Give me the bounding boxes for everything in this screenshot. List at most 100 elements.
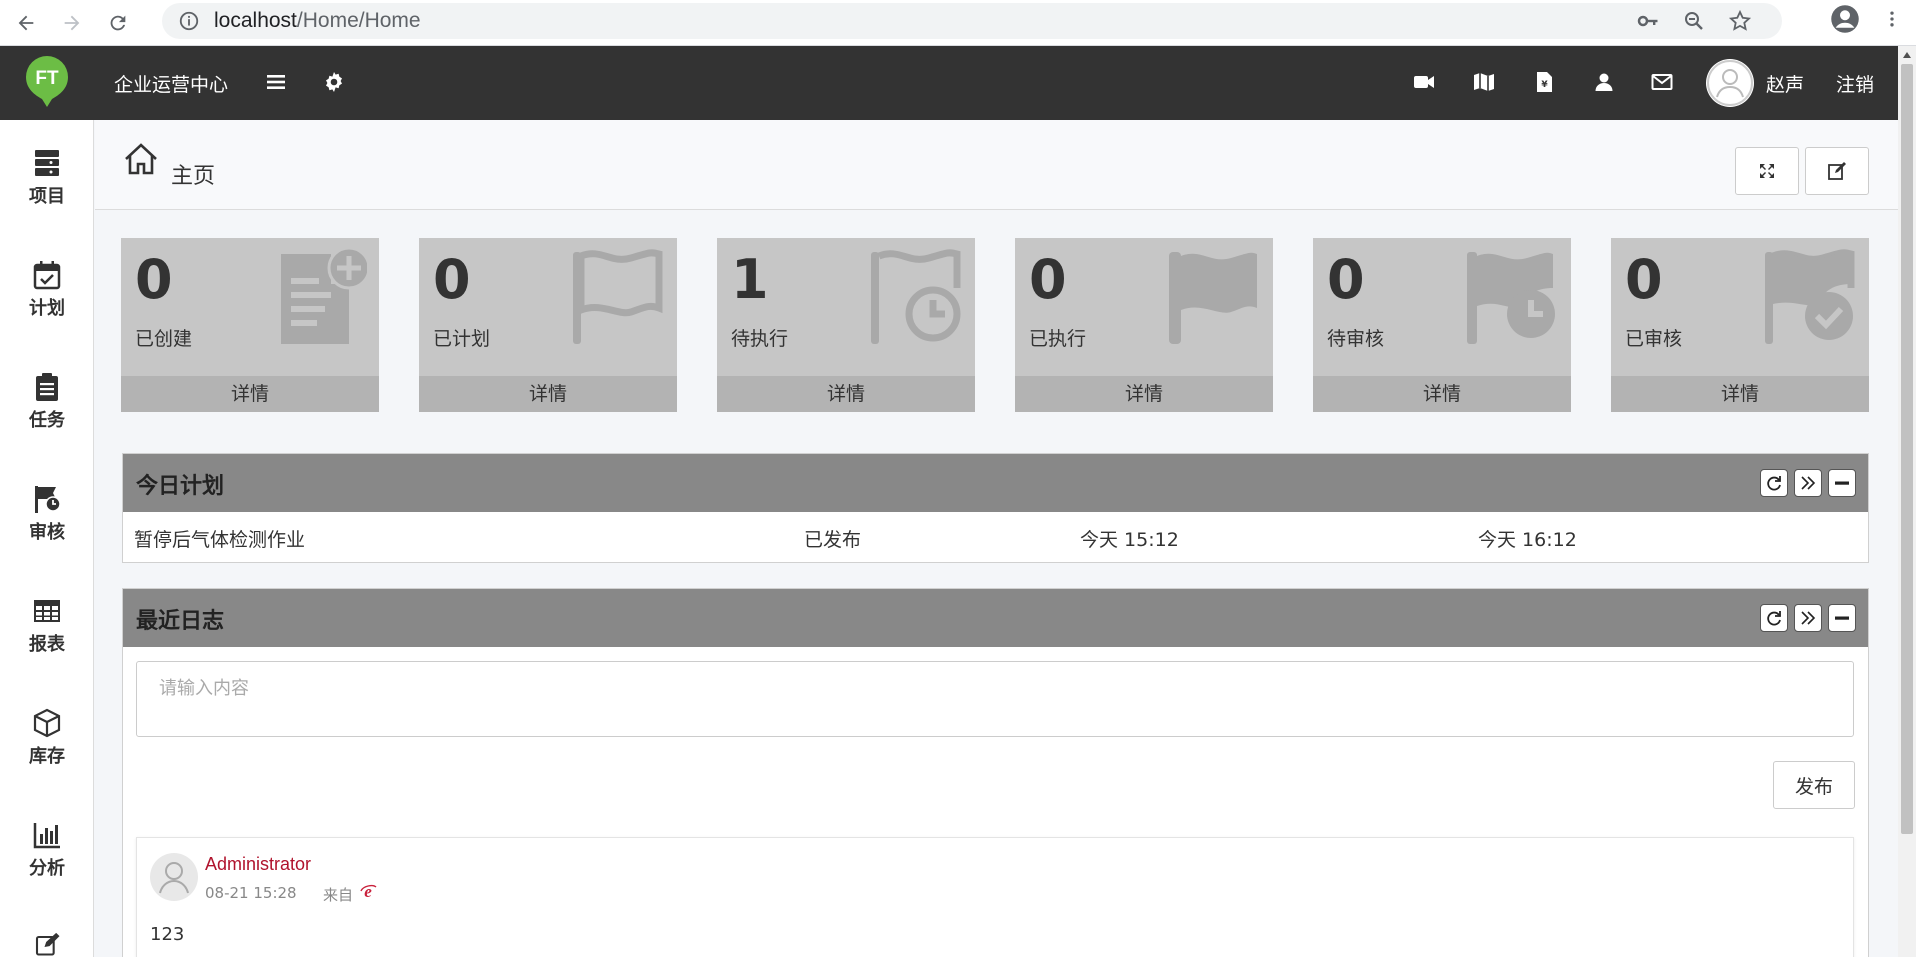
sidebar-item-label: 任务	[29, 410, 65, 431]
home-icon[interactable]	[123, 142, 159, 176]
document-money-icon[interactable]: ¥	[1532, 70, 1556, 94]
document-plus-icon	[281, 248, 367, 344]
collapse-button[interactable]	[1828, 604, 1856, 632]
double-chevron-right-icon	[1801, 611, 1816, 625]
url-host: localhost	[214, 9, 297, 32]
stat-detail-link[interactable]: 详情	[717, 376, 975, 412]
panel-header: 最近日志	[123, 589, 1868, 647]
sidebar-item-project[interactable]: 项目	[0, 148, 94, 238]
user-avatar[interactable]	[1706, 59, 1754, 107]
fullscreen-button[interactable]	[1735, 147, 1799, 195]
publish-button[interactable]: 发布	[1773, 761, 1855, 809]
log-source-label: 来自	[323, 886, 354, 904]
stat-card-to-review: 0 待审核 详情	[1313, 238, 1571, 412]
minus-icon	[1835, 616, 1849, 620]
scroll-thumb[interactable]	[1901, 64, 1913, 834]
profile-icon[interactable]	[1830, 4, 1860, 34]
key-icon[interactable]	[1636, 9, 1660, 33]
user-icon[interactable]	[1592, 70, 1616, 94]
breadcrumb: 主页	[95, 120, 1898, 210]
edit-icon	[35, 932, 60, 956]
stat-detail-link[interactable]: 详情	[1015, 376, 1273, 412]
mail-icon[interactable]	[1650, 70, 1674, 94]
stat-value: 0	[1327, 248, 1365, 311]
browser-toolbar: localhost/Home/Home	[0, 0, 1916, 46]
reload-button[interactable]	[98, 3, 138, 43]
logo-text: FT	[35, 68, 59, 89]
table-row[interactable]: 暂停后气体检测作业 已发布 今天 15:12 今天 16:12	[123, 512, 1868, 562]
stat-label: 已创建	[135, 328, 193, 350]
video-camera-icon[interactable]	[1412, 70, 1436, 94]
log-content: 123	[150, 924, 185, 945]
today-plan-panel: 今日计划 暂停后气体检测作业 已发布 今天 15:12 今天 16:12	[122, 453, 1869, 563]
stat-label: 已审核	[1625, 328, 1683, 350]
stat-card-created: 0 已创建 详情	[121, 238, 379, 412]
url-path: /Home/Home	[296, 9, 421, 32]
stat-card-pending: 1 待执行 详情	[717, 238, 975, 412]
sidebar-item-label: 报表	[29, 634, 65, 655]
omnibox-actions	[1636, 9, 1752, 33]
stat-value: 0	[1625, 248, 1663, 311]
settings-gear-icon[interactable]	[322, 70, 346, 94]
svg-text:¥: ¥	[1541, 80, 1548, 90]
stat-label: 待执行	[731, 328, 789, 350]
svg-text:e: e	[364, 882, 372, 900]
log-input[interactable]	[136, 661, 1854, 737]
sidebar-item-label: 分析	[29, 858, 65, 879]
ie-browser-icon: e	[360, 882, 377, 900]
expand-icon	[1760, 164, 1774, 178]
arrow-right-icon	[64, 15, 80, 30]
sidebar-item-task[interactable]: 任务	[0, 372, 94, 462]
star-icon[interactable]	[1728, 9, 1752, 33]
plan-name: 暂停后气体检测作业	[134, 529, 306, 551]
menu-toggle-icon[interactable]	[264, 70, 288, 94]
sidebar-item-report[interactable]: 报表	[0, 596, 94, 686]
user-name[interactable]: 赵声	[1766, 70, 1804, 97]
plan-end-time: 今天 16:12	[1478, 529, 1577, 551]
project-icon	[35, 150, 59, 176]
more-button[interactable]	[1794, 604, 1822, 632]
stat-card-reviewed: 0 已审核 详情	[1611, 238, 1869, 412]
url-text: localhost/Home/Home	[214, 9, 421, 33]
stat-detail-link[interactable]: 详情	[1313, 376, 1571, 412]
zoom-icon[interactable]	[1682, 9, 1706, 33]
sidebar-item-analysis[interactable]: 分析	[0, 820, 94, 910]
sidebar-item-label: 库存	[29, 746, 65, 767]
flag-solid-icon	[1169, 252, 1257, 344]
flag-check-icon	[1765, 249, 1855, 344]
avatar-person-icon	[159, 862, 189, 894]
more-button[interactable]	[1794, 469, 1822, 497]
collapse-button[interactable]	[1828, 469, 1856, 497]
refresh-button[interactable]	[1760, 604, 1788, 632]
plan-start-time: 今天 15:12	[1080, 529, 1179, 551]
sidebar-item-plan[interactable]: 计划	[0, 260, 94, 350]
page-title: 主页	[171, 164, 216, 189]
sidebar-item-edit[interactable]	[0, 932, 94, 957]
stat-label: 待审核	[1327, 328, 1385, 350]
log-author[interactable]: Administrator	[205, 854, 311, 875]
back-button[interactable]	[6, 3, 46, 43]
stat-detail-link[interactable]: 详情	[121, 376, 379, 412]
sidebar-item-label: 计划	[29, 298, 65, 319]
sidebar-item-review[interactable]: 审核	[0, 484, 94, 574]
edit-layout-button[interactable]	[1805, 147, 1869, 195]
stat-detail-link[interactable]: 详情	[419, 376, 677, 412]
flag-clock-solid-icon	[1467, 252, 1555, 344]
forward-button[interactable]	[52, 3, 92, 43]
recent-log-panel: 最近日志 发布 Administrator 08-21 15:28 来自 e 1…	[122, 588, 1869, 957]
sidebar-item-inventory[interactable]: 库存	[0, 708, 94, 798]
sidebar-item-label: 项目	[29, 186, 65, 207]
map-icon[interactable]	[1472, 70, 1496, 94]
stat-label: 已执行	[1029, 328, 1087, 350]
page-scrollbar[interactable]	[1898, 46, 1916, 957]
logout-link[interactable]: 注销	[1836, 70, 1874, 97]
minus-icon	[1835, 481, 1849, 485]
logo-icon[interactable]: FT	[24, 54, 70, 108]
refresh-button[interactable]	[1760, 469, 1788, 497]
address-bar[interactable]: localhost/Home/Home	[162, 3, 1782, 39]
stat-detail-link[interactable]: 详情	[1611, 376, 1869, 412]
scroll-up-icon[interactable]	[1902, 50, 1912, 60]
more-vert-icon[interactable]	[1882, 4, 1902, 34]
table-icon	[34, 600, 60, 622]
info-icon	[179, 11, 199, 31]
